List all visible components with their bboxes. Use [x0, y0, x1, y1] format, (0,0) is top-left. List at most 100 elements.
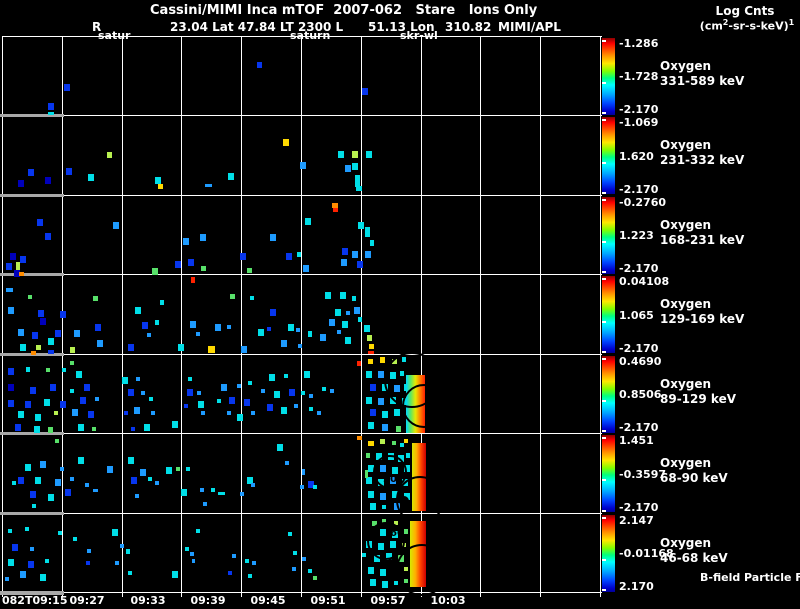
data-point [50, 384, 56, 391]
data-point [404, 439, 408, 443]
data-point [305, 218, 311, 225]
data-point [308, 569, 312, 573]
colorbar-tick-label: -2.170 [619, 183, 659, 196]
data-point [151, 411, 155, 415]
data-point [258, 329, 264, 336]
energy-label-line: 129-169 keV [660, 312, 745, 326]
data-point [362, 553, 366, 557]
colorbar [602, 276, 615, 353]
data-point [70, 477, 74, 481]
data-point [217, 399, 221, 403]
data-point [196, 332, 200, 336]
data-point [269, 374, 275, 381]
data-point [197, 391, 201, 395]
grid-line-horizontal [2, 513, 602, 514]
axis-tick [301, 593, 302, 597]
data-point [190, 321, 196, 328]
grid-line-horizontal [2, 36, 602, 37]
data-point [366, 397, 372, 404]
data-point [368, 422, 374, 429]
data-point [18, 477, 24, 484]
data-point [128, 571, 132, 575]
data-point [48, 427, 53, 433]
energy-label: Oxygen 68-90 keV [660, 456, 728, 486]
data-point [35, 414, 41, 421]
data-point [382, 581, 388, 588]
data-point [70, 361, 74, 365]
colorbar-tick-label: 0.4690 [619, 355, 662, 368]
grid-line-horizontal [2, 115, 602, 116]
data-point [85, 483, 89, 487]
data-point [320, 334, 326, 341]
data-point [369, 344, 374, 349]
pitch-angle-contour [402, 384, 446, 428]
data-point [95, 397, 99, 401]
data-point [66, 168, 72, 175]
data-point [300, 485, 304, 489]
data-point [87, 549, 91, 553]
data-point [10, 253, 16, 260]
data-point [36, 345, 41, 350]
data-point [342, 321, 348, 328]
data-point [8, 400, 14, 407]
data-point [227, 411, 231, 415]
data-point [72, 409, 78, 416]
data-point [120, 544, 124, 548]
data-point [131, 477, 137, 484]
data-point [55, 479, 61, 486]
data-point [48, 112, 54, 115]
coverage-bar [0, 432, 64, 435]
pitch-angle-label: 60 [390, 528, 404, 539]
data-point [25, 464, 31, 471]
data-point [378, 398, 384, 405]
data-point [148, 477, 152, 481]
data-point [37, 219, 43, 226]
data-point [186, 467, 190, 471]
data-point [313, 576, 317, 580]
axis-tick [480, 593, 481, 597]
data-point [183, 238, 189, 245]
colorbar-tick-label: 0.8506 [619, 388, 662, 401]
colorbar-tick-label: 1.451 [619, 434, 654, 447]
data-point [382, 505, 386, 509]
colorbar-tick-label: -2.170 [619, 103, 659, 116]
data-point [35, 477, 41, 484]
data-point [185, 547, 189, 551]
data-point [136, 377, 140, 381]
grid-line-horizontal [2, 592, 602, 593]
data-point [228, 173, 234, 180]
data-point [155, 177, 161, 184]
data-point [302, 557, 306, 561]
data-point [115, 561, 119, 565]
time-axis-label: 09:51 [310, 594, 346, 607]
data-point [230, 294, 235, 299]
data-point [142, 322, 148, 329]
data-point [178, 344, 184, 351]
colorbar-tick-label: -0.2760 [619, 196, 667, 209]
data-point [30, 491, 36, 498]
data-point [166, 467, 172, 474]
data-point [93, 296, 98, 301]
data-point [158, 184, 163, 189]
energy-label-line: Oxygen [660, 138, 712, 152]
data-point [274, 391, 280, 398]
data-point [404, 529, 408, 534]
energy-label: Oxygen 231-332 keV [660, 138, 744, 168]
colorbar-tick-label: -2.170 [619, 262, 659, 275]
data-point [147, 333, 151, 337]
data-point [296, 328, 300, 332]
colorbar-tick [602, 82, 606, 84]
data-point [84, 384, 90, 391]
data-point [382, 424, 388, 431]
coverage-bar [0, 194, 64, 197]
page-title: Cassini/MIMI Inca mTOF 2007-062 Stare Io… [150, 3, 538, 18]
energy-label-line: 46-68 keV [660, 551, 728, 565]
data-point [20, 344, 26, 351]
grid-line-vertical [122, 36, 123, 594]
data-point [286, 253, 292, 260]
data-point [38, 310, 44, 317]
data-point [228, 571, 232, 575]
data-point [15, 424, 21, 431]
colorbar-tick-label: 2.147 [619, 514, 654, 527]
energy-label: Oxygen 129-169 keV [660, 297, 744, 327]
